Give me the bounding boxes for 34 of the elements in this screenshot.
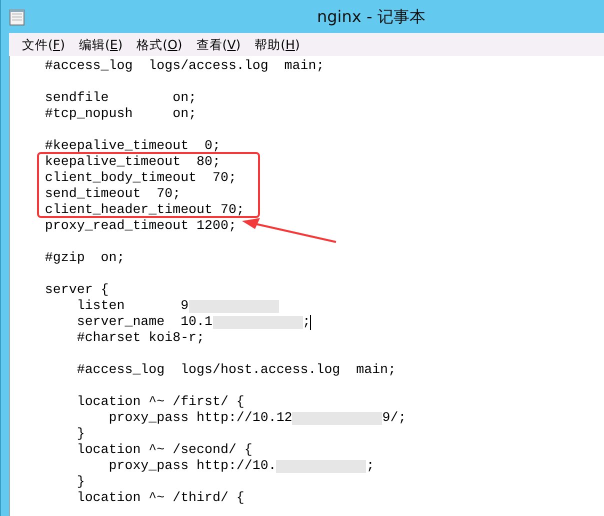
- code-line: location ^~ /second/ {: [76, 442, 252, 458]
- code-line: proxy_read_timeout 1200;: [44, 218, 236, 234]
- code-text: proxy_pass http://10.: [108, 458, 276, 474]
- code-line: server {: [44, 282, 109, 298]
- code-line: #tcp_nopush on;: [44, 106, 197, 122]
- menu-item[interactable]: 帮助(H): [248, 33, 307, 56]
- menu-item[interactable]: 文件(F): [15, 33, 72, 56]
- code-text: ;: [302, 314, 310, 330]
- window-title: nginx - 记事本: [317, 6, 426, 28]
- code-line: client_header_timeout 70;: [44, 202, 244, 218]
- code-text: proxy_pass http://10.12: [108, 410, 292, 426]
- code-line: #access_log logs/host.access.log main;: [76, 362, 396, 378]
- code-line: keepalive_timeout 80;: [44, 154, 220, 170]
- text-cursor: [310, 314, 312, 330]
- code-line: location ^~ /third/ {: [76, 490, 244, 506]
- code-line: }: [76, 426, 85, 442]
- code-text: server_name 10.1: [76, 314, 212, 330]
- notepad-icon: [9, 8, 25, 26]
- code-line: sendfile on;: [44, 90, 197, 106]
- code-line: client_body_timeout 70;: [44, 170, 236, 186]
- code-text: listen 9: [76, 298, 189, 314]
- code-line: #gzip on;: [44, 250, 125, 266]
- code-line: }: [76, 474, 85, 490]
- code-line: send_timeout 70;: [44, 186, 181, 202]
- code-line: location ^~ /first/ {: [76, 394, 244, 410]
- code-line: #keepalive_timeout 0;: [44, 138, 220, 154]
- menu-item[interactable]: 编辑(E): [72, 33, 130, 56]
- code-text: ;: [366, 458, 374, 474]
- code-line: #charset koi8-r;: [76, 330, 205, 346]
- text-editor[interactable]: [9, 56, 604, 516]
- code-text: 9/;: [382, 410, 406, 426]
- menu-item[interactable]: 格式(O): [130, 33, 190, 56]
- menu-item[interactable]: 查看(V): [189, 33, 248, 56]
- code-line: #access_log logs/access.log main;: [44, 58, 324, 74]
